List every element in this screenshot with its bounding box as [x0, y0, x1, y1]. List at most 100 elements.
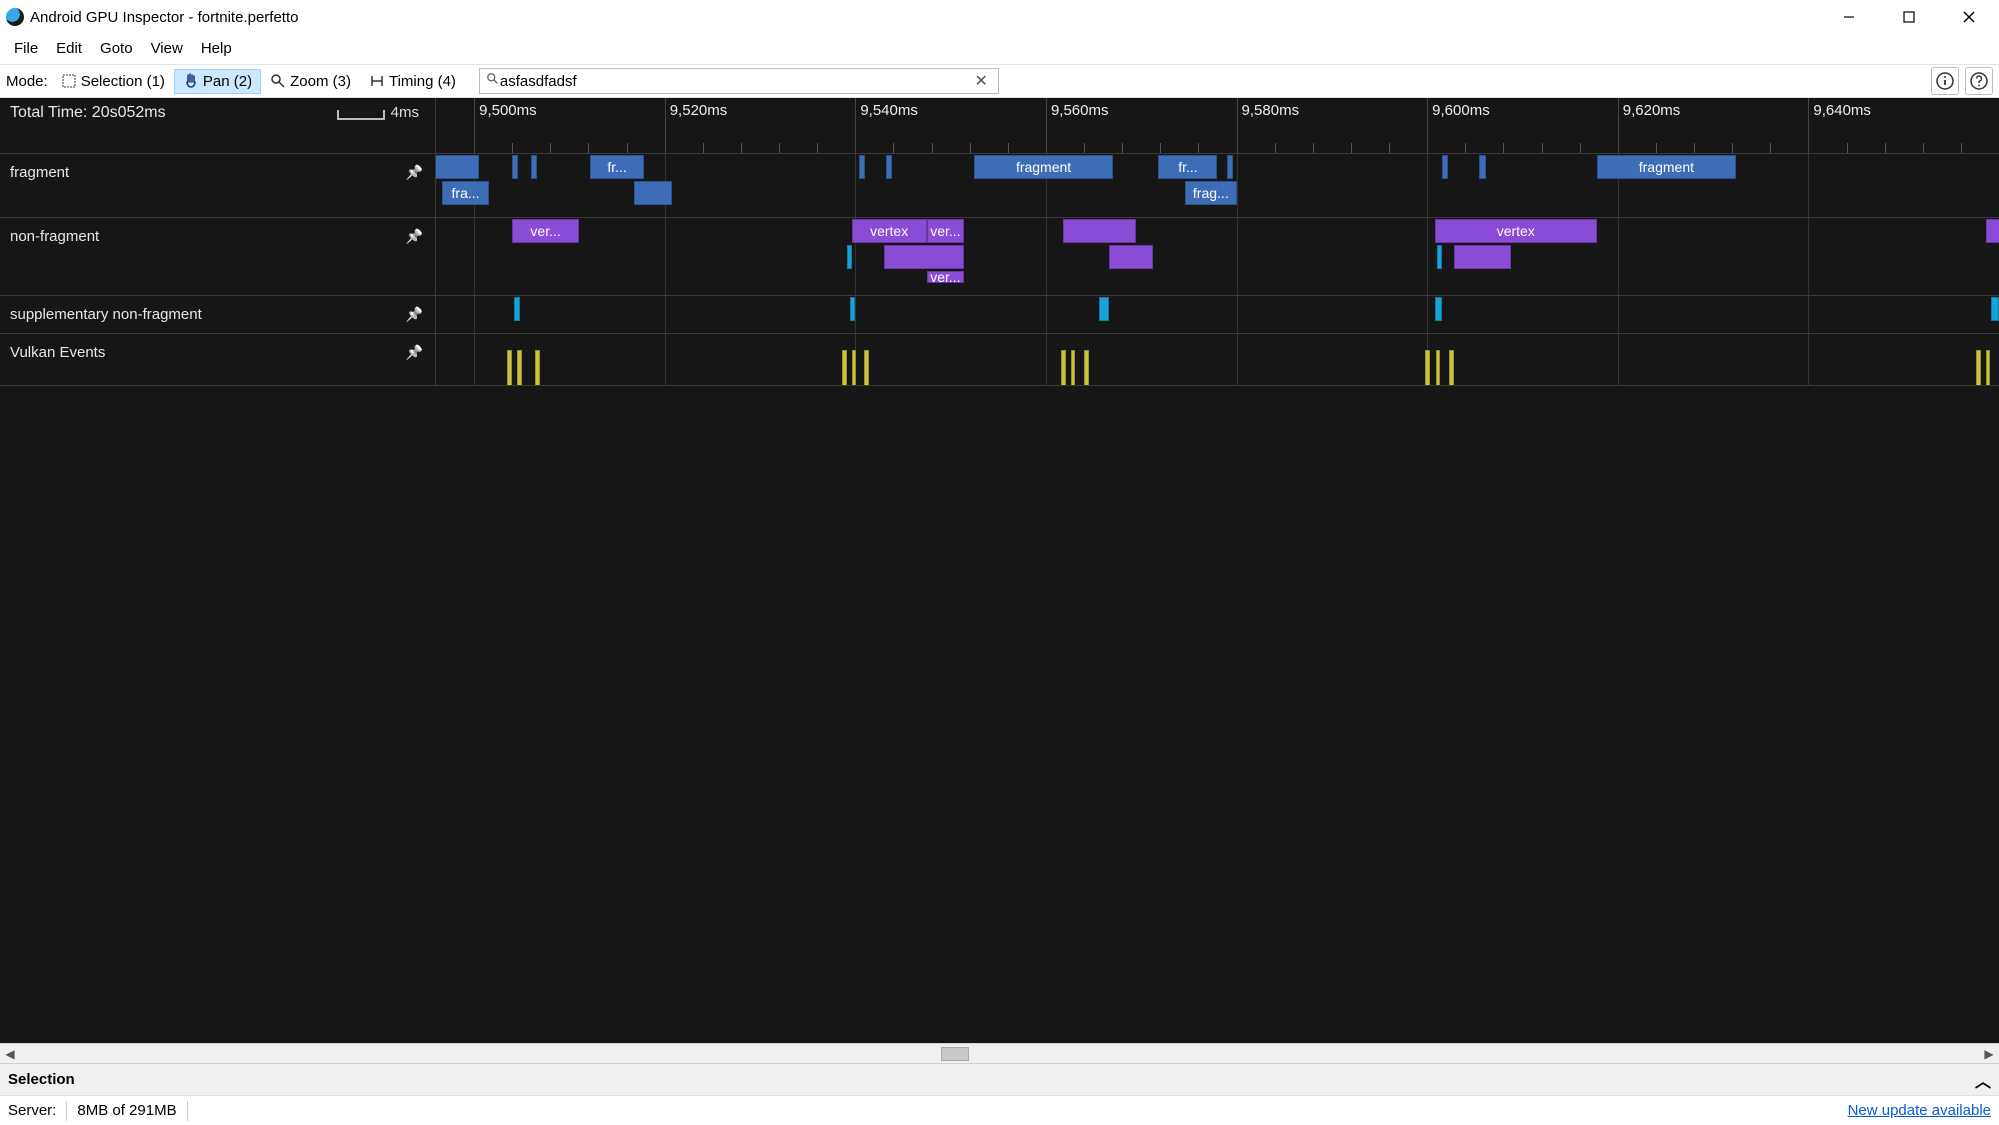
maximize-button[interactable] [1879, 0, 1939, 34]
track-gutter[interactable]: fragment📌 [0, 154, 436, 217]
timeline-slice[interactable] [852, 350, 857, 385]
clear-search-button[interactable]: ✕ [971, 71, 992, 91]
timeline-slice[interactable]: vertex [1435, 219, 1597, 243]
timeline-empty-area[interactable] [0, 386, 1999, 1043]
timeline-slice[interactable] [864, 350, 869, 385]
mode-pan-button[interactable]: Pan (2) [174, 69, 261, 94]
timeline-slice[interactable] [634, 181, 672, 205]
timeline-slice[interactable] [1437, 245, 1443, 269]
timeline-slice[interactable] [886, 155, 892, 179]
timeline-slice[interactable]: fr... [590, 155, 643, 179]
track-lane[interactable] [436, 296, 1999, 333]
pin-icon[interactable]: 📌 [406, 228, 423, 245]
pin-icon[interactable]: 📌 [406, 344, 423, 361]
selection-panel[interactable]: Selection ︿ [0, 1063, 1999, 1095]
timeline-slice[interactable] [1084, 350, 1089, 385]
timeline-slice[interactable] [1425, 350, 1430, 385]
timeline-slice[interactable] [1454, 245, 1511, 269]
total-time-label: Total Time: 20s052ms [10, 104, 166, 122]
search-input[interactable] [500, 73, 971, 90]
timeline-slice[interactable] [436, 155, 479, 179]
menu-help[interactable]: Help [193, 38, 240, 59]
grid-line [665, 334, 666, 385]
timeline-slice[interactable] [507, 350, 512, 385]
mode-timing-button[interactable]: Timing (4) [360, 69, 465, 94]
timeline-slice[interactable] [1436, 350, 1441, 385]
track-name-label: non-fragment [10, 228, 99, 245]
chevron-up-icon[interactable]: ︿ [1975, 1068, 1991, 1092]
mode-timing-label: Timing (4) [389, 73, 456, 90]
timeline-slice[interactable]: fr... [1158, 155, 1217, 179]
scrollbar-track[interactable] [20, 1047, 1979, 1061]
time-ruler[interactable]: 9,500ms9,520ms9,540ms9,560ms9,580ms9,600… [436, 98, 1999, 153]
help-button[interactable] [1965, 67, 1993, 95]
timeline-slice[interactable] [535, 350, 540, 385]
timeline-slice[interactable] [842, 350, 847, 385]
menu-file[interactable]: File [6, 38, 46, 59]
track-gutter[interactable]: supplementary non-fragment📌 [0, 296, 436, 333]
scroll-left-button[interactable]: ◀ [0, 1047, 20, 1061]
timeline-slice[interactable] [1063, 219, 1135, 243]
pin-icon[interactable]: 📌 [406, 306, 423, 323]
close-button[interactable] [1939, 0, 1999, 34]
timeline-slice[interactable]: ver... [512, 219, 579, 243]
ruler-minor-tick [1275, 143, 1276, 153]
grid-line [1427, 154, 1428, 217]
menu-edit[interactable]: Edit [48, 38, 90, 59]
timeline-slice[interactable] [1976, 350, 1981, 385]
pin-icon[interactable]: 📌 [406, 164, 423, 181]
timeline-slice[interactable] [859, 155, 865, 179]
track-gutter[interactable]: non-fragment 📌 [0, 218, 436, 295]
timeline-slice[interactable] [514, 297, 520, 321]
grid-line [1046, 334, 1047, 385]
mode-selection-button[interactable]: Selection (1) [52, 69, 174, 94]
track-lane[interactable] [436, 334, 1999, 385]
timeline-slice[interactable] [1061, 350, 1066, 385]
timeline-slice[interactable]: ver... [927, 271, 964, 283]
menu-view[interactable]: View [143, 38, 191, 59]
timeline-slice[interactable] [1986, 350, 1991, 385]
mode-zoom-button[interactable]: Zoom (3) [261, 69, 360, 94]
timeline-slice[interactable]: fragment [1597, 155, 1736, 179]
timeline-slice[interactable] [1435, 297, 1443, 321]
timeline-slice[interactable] [1449, 350, 1454, 385]
timeline-slice[interactable]: fra... [442, 181, 490, 205]
timeline-slice[interactable] [1991, 297, 1999, 321]
timeline-slice[interactable]: vertex [852, 219, 927, 243]
timeline-slice[interactable] [512, 155, 518, 179]
horizontal-scrollbar[interactable]: ◀ ▶ [0, 1043, 1999, 1063]
scroll-right-button[interactable]: ▶ [1979, 1047, 1999, 1061]
grid-line [1808, 296, 1809, 333]
info-button[interactable] [1931, 67, 1959, 95]
timeline-slice[interactable] [884, 245, 964, 269]
ruler-major-tick: 9,540ms [855, 98, 856, 153]
minimize-button[interactable] [1819, 0, 1879, 34]
timeline-slice[interactable] [1986, 219, 1999, 243]
timeline-slice[interactable] [517, 350, 522, 385]
timeline-slice[interactable] [531, 155, 537, 179]
timeline-slice[interactable] [1227, 155, 1233, 179]
menu-goto[interactable]: Goto [92, 38, 141, 59]
update-link[interactable]: New update available [1848, 1102, 1991, 1119]
track-lane[interactable]: fra...fr...fragmentfr...frag...fragment [436, 154, 1999, 217]
timeline-slice[interactable]: frag... [1185, 181, 1236, 205]
grid-line [1808, 218, 1809, 295]
ruler-minor-tick [817, 143, 818, 153]
timeline-slice[interactable]: fragment [974, 155, 1112, 179]
track-lane[interactable]: ver...vertexver...ver...vertex [436, 218, 1999, 295]
timeline-slice[interactable] [850, 297, 856, 321]
grid-line [1808, 334, 1809, 385]
mode-selection-label: Selection (1) [81, 73, 165, 90]
search-field[interactable]: ✕ [479, 68, 999, 94]
scrollbar-thumb[interactable] [941, 1047, 969, 1061]
grid-line [1808, 154, 1809, 217]
timeline-slice[interactable]: ver... [927, 219, 964, 243]
timeline-slice[interactable] [1071, 350, 1076, 385]
track-row: supplementary non-fragment📌 [0, 296, 1999, 334]
timeline-slice[interactable] [847, 245, 852, 269]
timeline-slice[interactable] [1479, 155, 1487, 179]
timeline-slice[interactable] [1109, 245, 1153, 269]
track-gutter[interactable]: Vulkan Events📌 [0, 334, 436, 385]
timeline-slice[interactable] [1442, 155, 1448, 179]
timeline-slice[interactable] [1099, 297, 1109, 321]
